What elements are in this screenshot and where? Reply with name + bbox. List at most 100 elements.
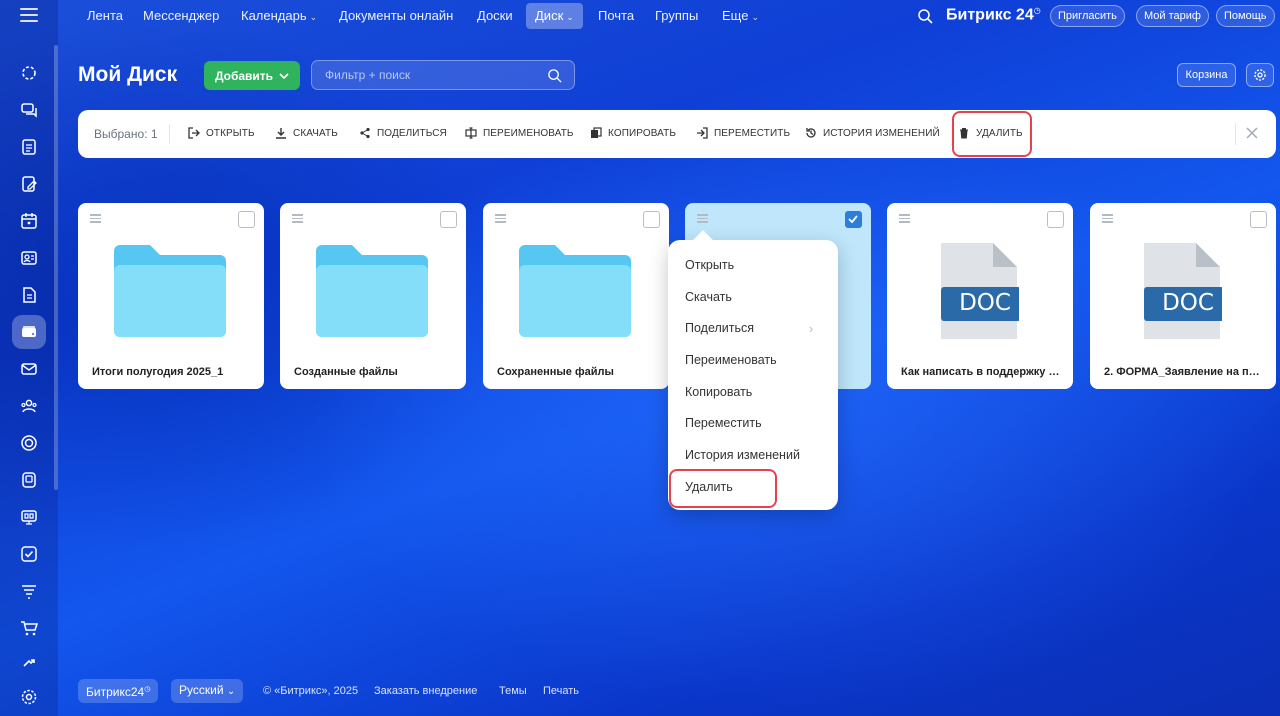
menu-item-history[interactable]: История изменений: [685, 448, 800, 462]
tile-checkbox[interactable]: [643, 211, 660, 228]
invite-button[interactable]: Пригласить: [1050, 5, 1125, 27]
drag-handle-icon[interactable]: [899, 214, 910, 223]
menu-item-copy[interactable]: Копировать: [685, 385, 752, 399]
clock-icon: ◷: [144, 686, 151, 693]
nav-label: Мессенджер: [143, 8, 220, 23]
chevron-down-icon: ⌄: [226, 686, 236, 697]
chevron-down-icon: ⌄: [566, 12, 574, 22]
nav-item-mail[interactable]: Почта: [589, 3, 643, 29]
settings-button[interactable]: [1246, 63, 1274, 87]
nav-item-disk[interactable]: Диск ⌄: [526, 3, 583, 29]
activity-icon[interactable]: [12, 56, 46, 90]
nav-label: Документы онлайн: [339, 8, 454, 23]
toolbar-history-button[interactable]: ИСТОРИЯ ИЗМЕНЕНИЙ: [805, 127, 940, 139]
disk-icon[interactable]: [12, 315, 46, 349]
menu-burger-icon[interactable]: [20, 8, 38, 22]
nav-label: Еще: [722, 8, 749, 23]
footer-copyright: © «Битрикс», 2025: [263, 685, 359, 697]
menu-item-download[interactable]: Скачать: [685, 290, 732, 304]
brand-clock-icon: ◷: [1033, 6, 1041, 15]
toolbar-open-button[interactable]: ОТКРЫТЬ: [188, 127, 255, 139]
menu-item-open[interactable]: Открыть: [685, 258, 734, 272]
share-icon: [360, 127, 370, 139]
toolbar-download-button[interactable]: СКАЧАТЬ: [275, 127, 338, 139]
tile-checkbox[interactable]: [238, 211, 255, 228]
nav-item-messenger[interactable]: Мессенджер: [134, 3, 228, 29]
drag-handle-icon[interactable]: [292, 214, 303, 223]
edit-doc-icon[interactable]: [12, 167, 46, 201]
delete-menu-highlight-frame: [669, 469, 777, 508]
filter-search[interactable]: [311, 60, 575, 90]
chevron-right-icon: ›: [809, 321, 814, 336]
nav-item-groups[interactable]: Группы: [646, 3, 707, 29]
brand-logo[interactable]: Битрикс 24◷: [946, 6, 1041, 24]
toolbar-rename-button[interactable]: ПЕРЕИМЕНОВАТЬ: [465, 127, 574, 139]
group-icon[interactable]: [12, 389, 46, 423]
footer-order-link[interactable]: Заказать внедрение: [374, 685, 477, 697]
menu-item-label: Поделиться: [685, 321, 755, 335]
tile-checkbox[interactable]: [1047, 211, 1064, 228]
tile-checkbox[interactable]: [1250, 211, 1267, 228]
download-icon: [276, 128, 286, 139]
automation-icon[interactable]: [12, 645, 46, 679]
search-icon[interactable]: [917, 8, 933, 24]
file-tile[interactable]: Созданные файлы: [280, 203, 466, 389]
footer-print-link[interactable]: Печать: [543, 685, 579, 697]
drag-handle-icon[interactable]: [495, 214, 506, 223]
toolbar-copy-button[interactable]: КОПИРОВАТЬ: [590, 127, 676, 139]
file-tile[interactable]: DOC Как написать в поддержку Б24...: [887, 203, 1073, 389]
search-icon[interactable]: [547, 68, 562, 83]
nav-item-boards[interactable]: Доски: [468, 3, 522, 29]
tile-checkbox-checked[interactable]: [845, 211, 862, 228]
board-icon[interactable]: [12, 500, 46, 534]
checkbox-icon[interactable]: [12, 537, 46, 571]
chat-icon[interactable]: [12, 93, 46, 127]
nav-item-feed[interactable]: Лента: [78, 3, 132, 29]
menu-item-rename[interactable]: Переименовать: [685, 353, 777, 367]
mail-icon[interactable]: [12, 352, 46, 386]
trash-button[interactable]: Корзина: [1177, 63, 1236, 87]
close-icon[interactable]: [1244, 125, 1260, 141]
selection-toolbar: Выбрано: 1 ОТКРЫТЬ СКАЧАТЬ ПОДЕЛИТЬСЯ ПЕ…: [78, 110, 1276, 158]
help-button[interactable]: Помощь: [1216, 5, 1275, 27]
add-button[interactable]: Добавить: [204, 61, 300, 90]
contacts-icon[interactable]: [12, 241, 46, 275]
nav-item-documents[interactable]: Документы онлайн: [330, 3, 462, 29]
sites-icon[interactable]: [12, 463, 46, 497]
nav-item-calendar[interactable]: Календарь ⌄: [232, 3, 326, 29]
sidebar-scrollbar[interactable]: [54, 45, 58, 490]
gear-icon: [1254, 69, 1266, 81]
file-tile[interactable]: DOC 2. ФОРМА_Заявление на пред...: [1090, 203, 1276, 389]
footer-themes-link[interactable]: Темы: [499, 685, 527, 697]
drag-handle-icon[interactable]: [1102, 214, 1113, 223]
tariff-button[interactable]: Мой тариф: [1136, 5, 1209, 27]
nav-item-more[interactable]: Еще ⌄: [713, 3, 768, 29]
drag-handle-icon[interactable]: [90, 214, 101, 223]
top-navigation: Лента Мессенджер Календарь ⌄ Документы он…: [0, 0, 1280, 32]
nav-label: Лента: [87, 8, 123, 23]
layers-icon[interactable]: [12, 574, 46, 608]
doc-badge: DOC: [959, 290, 1011, 316]
crm-icon[interactable]: [12, 426, 46, 460]
file-tile[interactable]: Итоги полугодия 2025_1: [78, 203, 264, 389]
tile-checkbox[interactable]: [440, 211, 457, 228]
rename-icon: [465, 127, 477, 139]
menu-item-move[interactable]: Переместить: [685, 416, 762, 430]
settings-icon[interactable]: [12, 680, 46, 714]
document-icon[interactable]: [12, 278, 46, 312]
search-input[interactable]: [312, 61, 542, 89]
drag-handle-icon[interactable]: [697, 214, 708, 223]
file-tile[interactable]: Сохраненные файлы: [483, 203, 669, 389]
toolbar-share-button[interactable]: ПОДЕЛИТЬСЯ: [359, 127, 447, 139]
calendar-icon[interactable]: [12, 204, 46, 238]
tasks-icon[interactable]: [12, 130, 46, 164]
folder-icon: [316, 245, 428, 337]
footer-brand[interactable]: Битрикс24◷: [78, 679, 159, 703]
chevron-down-icon: [279, 72, 289, 79]
toolbar-move-button[interactable]: ПЕРЕМЕСТИТЬ: [696, 127, 790, 139]
divider: [1235, 123, 1236, 145]
cart-icon[interactable]: [12, 611, 46, 645]
language-selector[interactable]: Русский ⌄: [171, 679, 244, 703]
menu-item-share[interactable]: Поделиться ›: [685, 321, 813, 336]
action-label: ПЕРЕМЕСТИТЬ: [714, 127, 791, 139]
